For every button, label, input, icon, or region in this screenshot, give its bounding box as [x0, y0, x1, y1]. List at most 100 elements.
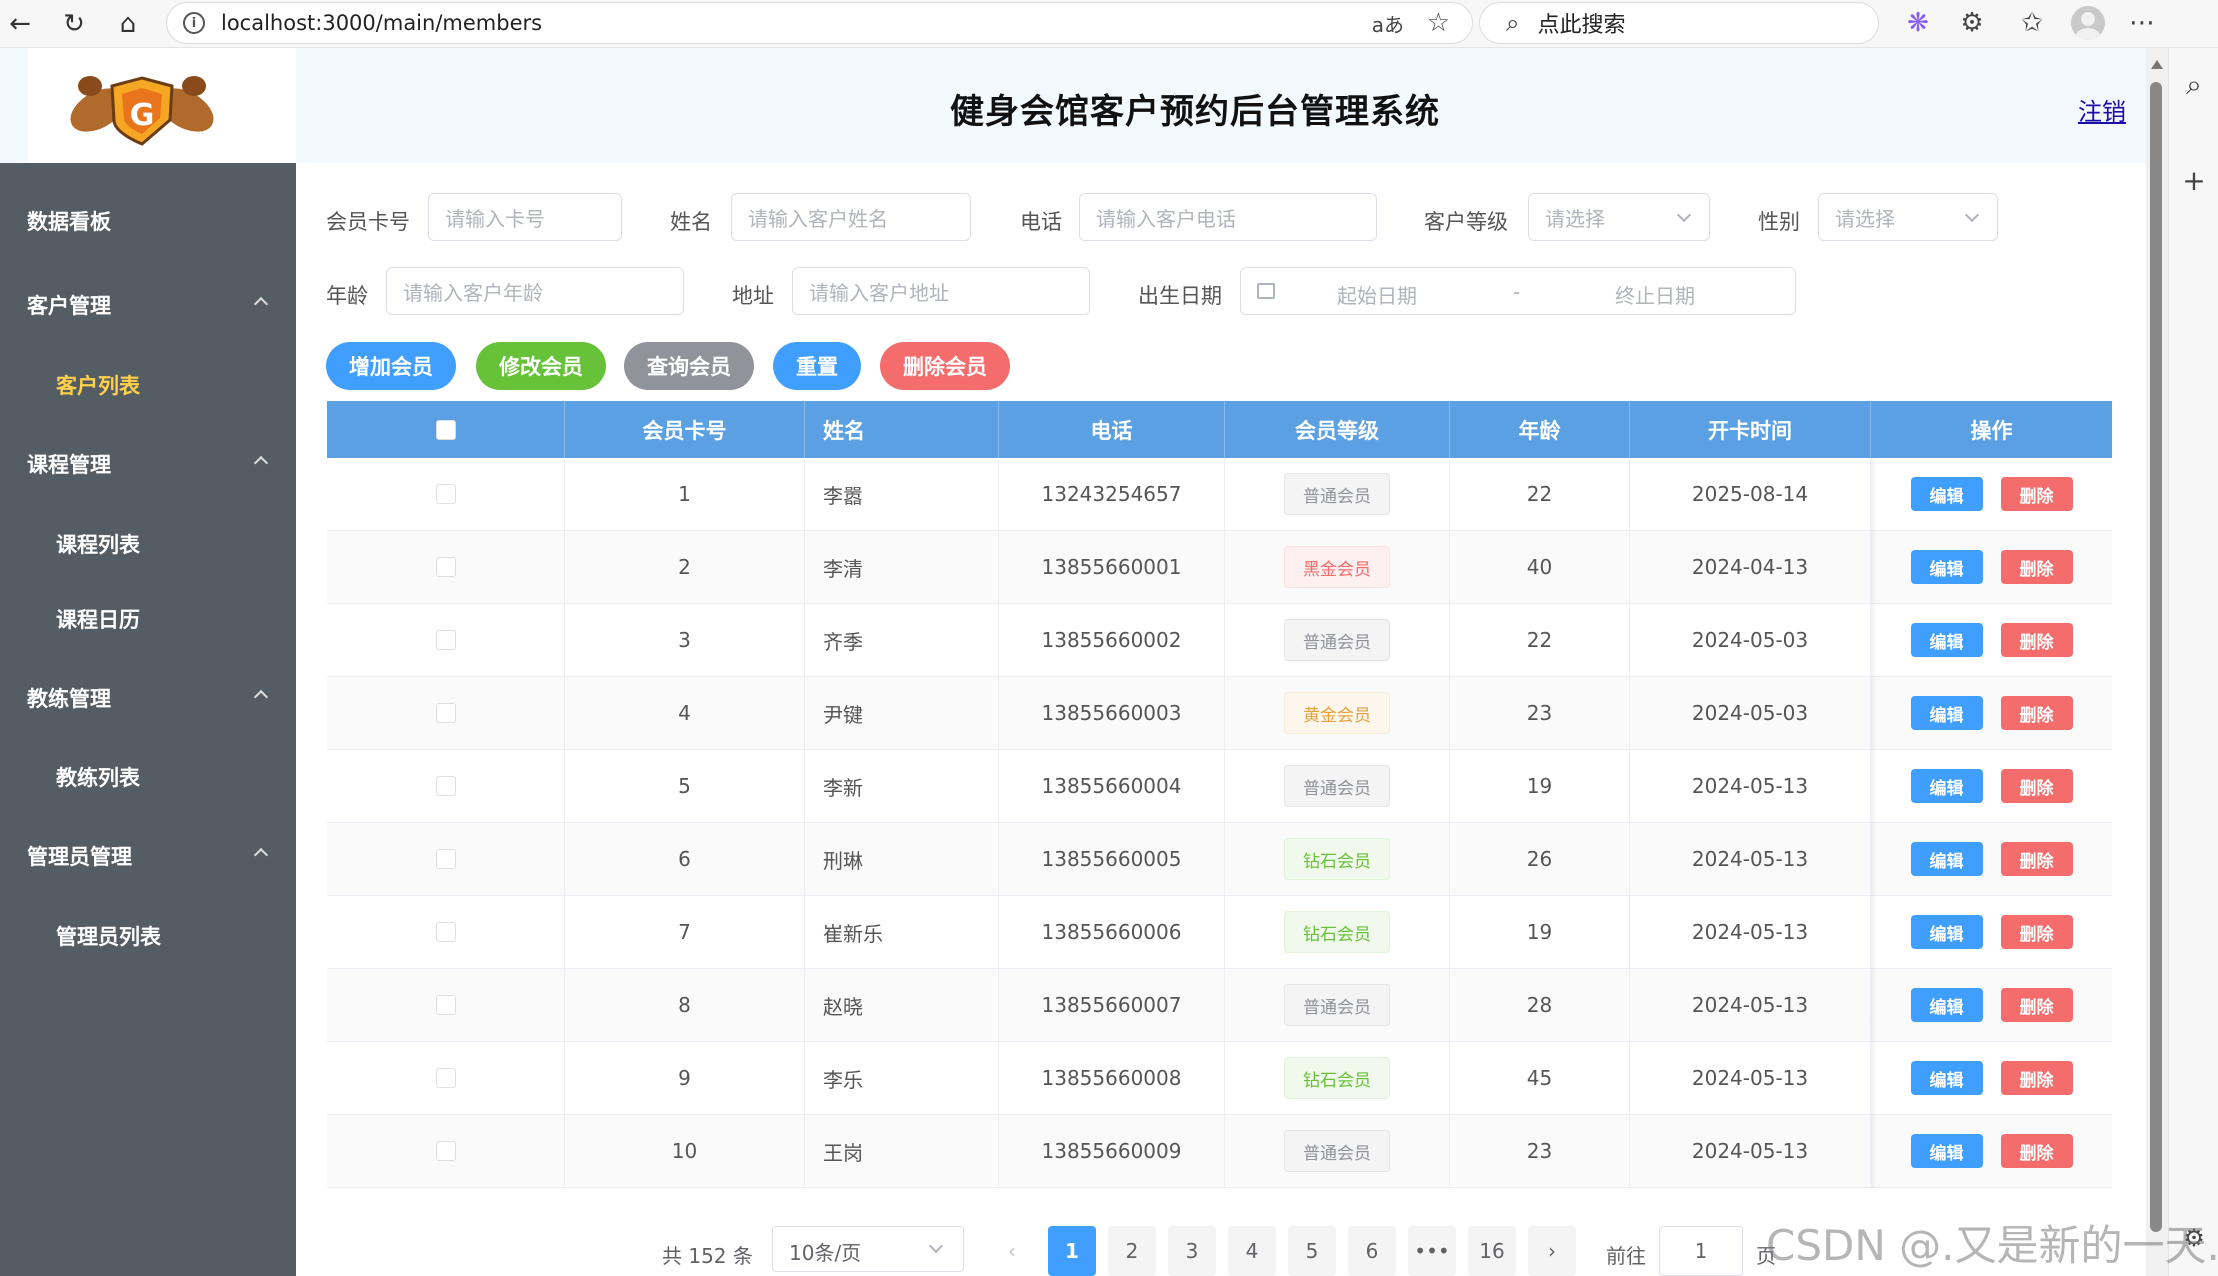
- edit-button[interactable]: 编辑: [1910, 842, 1983, 876]
- page-number[interactable]: 2: [1108, 1226, 1156, 1276]
- favorite-star-icon[interactable]: ☆: [1427, 8, 1450, 38]
- favorites-icon[interactable]: ✩: [2016, 8, 2048, 38]
- edit-button[interactable]: 编辑: [1910, 696, 1983, 730]
- copilot-icon[interactable]: ❋: [1902, 8, 1934, 38]
- sidebar-item-customer-list[interactable]: 客户列表: [0, 357, 296, 413]
- edit-button[interactable]: 编辑: [1910, 550, 1983, 584]
- edit-button[interactable]: 编辑: [1910, 769, 1983, 803]
- sidebar-group-courses[interactable]: 课程管理: [0, 436, 296, 492]
- row-checkbox[interactable]: [435, 557, 456, 577]
- table-row[interactable]: 7 崔新乐 13855660006 钻石会员 19 2024-05-13 编辑 删除: [327, 896, 2112, 969]
- table-row[interactable]: 4 尹键 13855660003 黄金会员 23 2024-05-03 编辑 删除: [327, 677, 2112, 750]
- delete-button[interactable]: 删除: [2000, 842, 2073, 876]
- extensions-icon[interactable]: ⚙: [1956, 8, 1988, 38]
- query-member-button[interactable]: 查询会员: [624, 342, 754, 390]
- row-checkbox[interactable]: [435, 776, 456, 796]
- birth-date-range[interactable]: 起始日期 - 终止日期: [1240, 267, 1796, 315]
- table-row[interactable]: 3 齐季 13855660002 普通会员 22 2024-05-03 编辑 删除: [327, 604, 2112, 677]
- row-checkbox[interactable]: [435, 630, 456, 650]
- delete-button[interactable]: 删除: [2000, 696, 2073, 730]
- table-row[interactable]: 5 李新 13855660004 普通会员 19 2024-05-13 编辑 删除: [327, 750, 2112, 823]
- row-checkbox[interactable]: [435, 1068, 456, 1088]
- next-page-icon[interactable]: ›: [1528, 1226, 1576, 1276]
- side-add-icon[interactable]: +: [2181, 164, 2207, 197]
- sidebar-group-admins[interactable]: 管理员管理: [0, 828, 296, 884]
- page-number[interactable]: 3: [1168, 1226, 1216, 1276]
- sidebar-item-course-calendar[interactable]: 课程日历: [0, 591, 296, 647]
- page-size-select[interactable]: 10条/页: [772, 1226, 964, 1272]
- translate-icon[interactable]: aあ: [1372, 9, 1404, 38]
- row-checkbox[interactable]: [435, 849, 456, 869]
- modify-member-button[interactable]: 修改会员: [476, 342, 606, 390]
- goto-page-input[interactable]: 1: [1659, 1226, 1743, 1276]
- site-info-icon[interactable]: i: [183, 12, 205, 34]
- page-scrollbar[interactable]: [2146, 48, 2168, 1276]
- browser-search-box[interactable]: ⌕ 点此搜索: [1479, 2, 1879, 44]
- table-row[interactable]: 2 李清 13855660001 黑金会员 40 2024-04-13 编辑 删除: [327, 531, 2112, 604]
- table-row[interactable]: 10 王岗 13855660009 普通会员 23 2024-05-13 编辑 删除: [327, 1115, 2112, 1188]
- sidebar-item-course-list[interactable]: 课程列表: [0, 516, 296, 572]
- table-row[interactable]: 6 刑琳 13855660005 钻石会员 26 2024-05-13 编辑 删除: [327, 823, 2112, 896]
- sidebar-item-dashboard[interactable]: 数据看板: [0, 193, 296, 249]
- page-number[interactable]: 16: [1468, 1226, 1516, 1276]
- sidebar-item-admin-list[interactable]: 管理员列表: [0, 908, 296, 964]
- address-bar[interactable]: i localhost:3000/main/members aあ ☆: [166, 2, 1473, 44]
- phone-input[interactable]: 请输入客户电话: [1079, 193, 1377, 241]
- gender-select[interactable]: 请选择: [1818, 193, 1998, 241]
- row-checkbox[interactable]: [435, 995, 456, 1015]
- row-checkbox[interactable]: [435, 484, 456, 504]
- age-input[interactable]: 请输入客户年龄: [386, 267, 684, 315]
- sidebar-group-customers[interactable]: 客户管理: [0, 277, 296, 333]
- add-member-button[interactable]: 增加会员: [326, 342, 456, 390]
- scrollbar-thumb[interactable]: [2150, 82, 2162, 1232]
- edit-button[interactable]: 编辑: [1910, 1061, 1983, 1095]
- back-arrow-icon[interactable]: ←: [2, 6, 38, 42]
- delete-button[interactable]: 删除: [2000, 988, 2073, 1022]
- edit-button[interactable]: 编辑: [1910, 477, 1983, 511]
- reload-icon[interactable]: ↻: [56, 6, 92, 42]
- birth-start[interactable]: 起始日期: [1337, 280, 1417, 309]
- page-number[interactable]: 5: [1288, 1226, 1336, 1276]
- logout-link[interactable]: 注销: [2078, 92, 2126, 127]
- delete-button[interactable]: 删除: [2000, 1134, 2073, 1168]
- level-select[interactable]: 请选择: [1528, 193, 1710, 241]
- sidebar-item-coach-list[interactable]: 教练列表: [0, 749, 296, 805]
- delete-button[interactable]: 删除: [2000, 623, 2073, 657]
- header-select-all[interactable]: [327, 401, 565, 458]
- page-number[interactable]: 6: [1348, 1226, 1396, 1276]
- scroll-up-arrow-icon[interactable]: [2151, 60, 2163, 69]
- birth-end[interactable]: 终止日期: [1615, 280, 1695, 309]
- delete-button[interactable]: 删除: [2000, 477, 2073, 511]
- select-all-checkbox[interactable]: [435, 419, 456, 440]
- row-checkbox[interactable]: [435, 922, 456, 942]
- table-row[interactable]: 8 赵晓 13855660007 普通会员 28 2024-05-13 编辑 删除: [327, 969, 2112, 1042]
- more-pages-icon[interactable]: •••: [1408, 1226, 1456, 1276]
- delete-button[interactable]: 删除: [2000, 550, 2073, 584]
- edit-button[interactable]: 编辑: [1910, 915, 1983, 949]
- cell-operations: 编辑 删除: [1871, 1042, 2112, 1114]
- delete-button[interactable]: 删除: [2000, 1061, 2073, 1095]
- edit-button[interactable]: 编辑: [1910, 1134, 1983, 1168]
- home-icon[interactable]: ⌂: [110, 6, 146, 42]
- row-checkbox[interactable]: [435, 703, 456, 723]
- prev-page-icon[interactable]: ‹: [988, 1226, 1036, 1276]
- address-input[interactable]: 请输入客户地址: [792, 267, 1090, 315]
- page-number[interactable]: 1: [1048, 1226, 1096, 1276]
- cell-name: 王岗: [805, 1115, 999, 1187]
- delete-member-button[interactable]: 删除会员: [880, 342, 1010, 390]
- row-checkbox[interactable]: [435, 1141, 456, 1161]
- delete-button[interactable]: 删除: [2000, 769, 2073, 803]
- edit-button[interactable]: 编辑: [1910, 623, 1983, 657]
- delete-button[interactable]: 删除: [2000, 915, 2073, 949]
- card-input[interactable]: 请输入卡号: [428, 193, 622, 241]
- table-row[interactable]: 1 李嚣 13243254657 普通会员 22 2025-08-14 编辑 删除: [327, 458, 2112, 531]
- more-menu-icon[interactable]: ⋯: [2126, 8, 2158, 38]
- page-number[interactable]: 4: [1228, 1226, 1276, 1276]
- profile-avatar[interactable]: [2071, 6, 2105, 40]
- edit-button[interactable]: 编辑: [1910, 988, 1983, 1022]
- reset-button[interactable]: 重置: [773, 342, 861, 390]
- name-input[interactable]: 请输入客户姓名: [731, 193, 971, 241]
- table-row[interactable]: 9 李乐 13855660008 钻石会员 45 2024-05-13 编辑 删除: [327, 1042, 2112, 1115]
- sidebar-group-coaches[interactable]: 教练管理: [0, 670, 296, 726]
- row-select-cell: [327, 458, 565, 530]
